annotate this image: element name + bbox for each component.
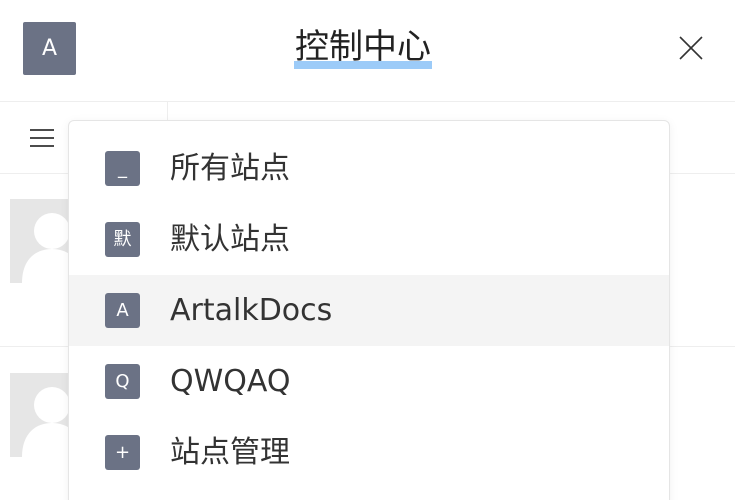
site-item-default[interactable]: 默 默认站点: [69, 204, 669, 275]
site-item-label: ArtalkDocs: [170, 293, 333, 328]
site-item-label: 所有站点: [170, 151, 290, 186]
control-center-app: A 控制中心 _ 所有站点 默 默认站点 A ArtalkDocs Q QWQA…: [0, 0, 735, 500]
close-icon: [679, 36, 703, 60]
site-item-label: QWQAQ: [170, 364, 291, 399]
site-item-label: 站点管理: [170, 435, 290, 470]
page-title: 控制中心: [294, 25, 432, 69]
site-item-label: 默认站点: [170, 222, 290, 257]
site-item-qwqaq[interactable]: Q QWQAQ: [69, 346, 669, 417]
site-switcher-menu: _ 所有站点 默 默认站点 A ArtalkDocs Q QWQAQ + 站点管…: [68, 120, 670, 500]
site-avatar-button[interactable]: A: [23, 22, 76, 75]
menu-toggle-button[interactable]: [28, 124, 56, 152]
site-icon: _: [105, 151, 140, 186]
close-button[interactable]: [676, 33, 706, 63]
site-manage-item[interactable]: + 站点管理: [69, 417, 669, 488]
site-item-all[interactable]: _ 所有站点: [69, 133, 669, 204]
site-item-artalkdocs[interactable]: A ArtalkDocs: [69, 275, 669, 346]
hamburger-menu-icon: [30, 129, 54, 147]
site-icon: A: [105, 293, 140, 328]
site-icon: Q: [105, 364, 140, 399]
plus-icon: +: [105, 435, 140, 470]
site-icon: 默: [105, 222, 140, 257]
header: A 控制中心: [0, 0, 735, 102]
